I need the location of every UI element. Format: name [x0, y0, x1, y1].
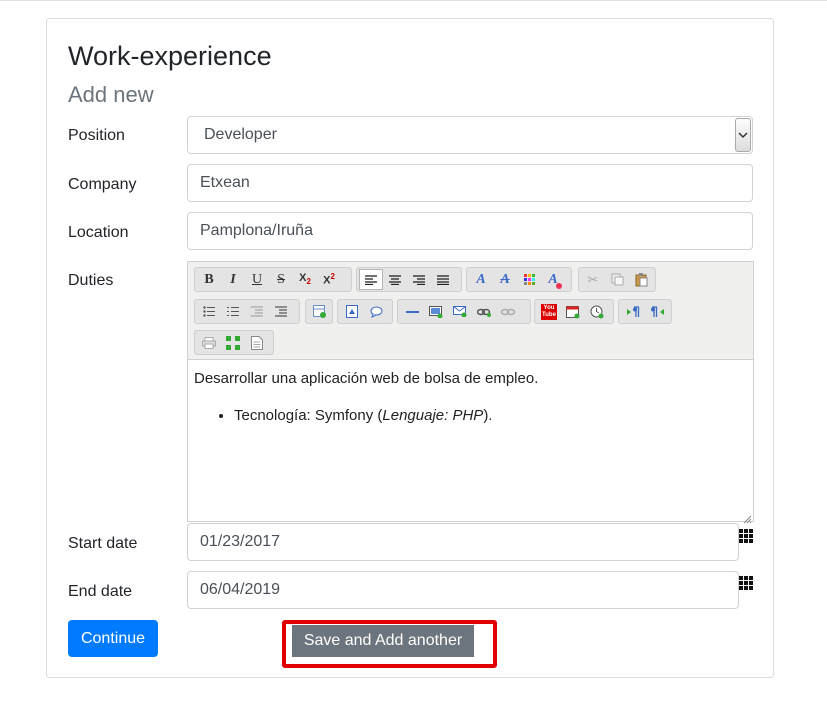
work-experience-card: Work-experience Add new Position Develop…: [46, 18, 774, 678]
font-color-icon[interactable]: A: [469, 269, 493, 290]
embed-group: You Tube: [534, 299, 614, 324]
page-title: Work-experience: [68, 41, 272, 71]
alignment-group: [356, 267, 462, 292]
superscript-icon[interactable]: X2: [317, 269, 341, 290]
insert-date-icon[interactable]: [561, 301, 585, 322]
end-date-label: End date: [68, 583, 133, 600]
indent-icon[interactable]: [269, 301, 293, 322]
table-icon[interactable]: [308, 301, 330, 322]
utility-group: [194, 330, 274, 355]
youtube-logo-text: You Tube: [541, 303, 557, 320]
continue-button[interactable]: Continue: [68, 620, 158, 657]
insert-group: [337, 299, 393, 324]
paste-icon[interactable]: [629, 269, 653, 290]
rtl-icon[interactable]: [645, 301, 669, 322]
insert-media-icon[interactable]: [424, 301, 448, 322]
position-label: Position: [68, 127, 125, 144]
start-date-label: Start date: [68, 535, 138, 552]
unlink-icon[interactable]: [496, 301, 520, 322]
table-group: [305, 299, 333, 324]
company-input-value: Etxean: [200, 174, 250, 191]
subscript-mark: 2: [306, 277, 311, 287]
location-input-value: Pamplona/Iruña: [200, 222, 313, 239]
background-color-icon[interactable]: A: [493, 269, 517, 290]
clipboard-group: ✂: [578, 267, 656, 292]
superscript-glyph: X2: [323, 272, 335, 287]
duties-editor[interactable]: B I U S X2 X2 A A A ✂ You Tube Desarroll…: [187, 261, 754, 524]
link-icon[interactable]: [472, 301, 496, 322]
calendar-icon[interactable]: [739, 576, 753, 590]
outdent-icon[interactable]: [245, 301, 269, 322]
underline-glyph: U: [251, 271, 263, 287]
comment-icon[interactable]: [364, 301, 388, 322]
end-date-input[interactable]: 06/04/2019: [187, 571, 739, 609]
media-group: [397, 299, 531, 324]
copy-icon[interactable]: [605, 269, 629, 290]
italic-glyph: I: [230, 271, 236, 287]
italic-icon[interactable]: I: [221, 269, 245, 290]
text-style-group: B I U S X2 X2: [194, 267, 352, 292]
bullet-prefix: Tecnología: Symfony (: [234, 407, 383, 424]
duties-list: Tecnología: Symfony (Lenguaje: PHP).: [194, 407, 744, 424]
end-date-value: 06/04/2019: [200, 581, 281, 598]
align-right-icon[interactable]: [407, 269, 431, 290]
ordered-list-icon[interactable]: [221, 301, 245, 322]
fullscreen-icon[interactable]: [221, 332, 245, 353]
chevron-down-icon[interactable]: [735, 118, 751, 152]
duties-label: Duties: [68, 272, 114, 289]
color-group: A A A: [466, 267, 572, 292]
superscript-mark: 2: [330, 272, 335, 282]
source-icon[interactable]: [245, 332, 269, 353]
underline-icon[interactable]: U: [245, 269, 269, 290]
position-select-value: Developer: [204, 126, 277, 143]
bullet-suffix: ).: [483, 407, 493, 424]
resize-handle-icon[interactable]: [743, 511, 752, 524]
location-label: Location: [68, 224, 129, 241]
unordered-list-icon[interactable]: [197, 301, 221, 322]
email-icon[interactable]: [448, 301, 472, 322]
top-divider: [0, 0, 827, 1]
align-center-icon[interactable]: [383, 269, 407, 290]
print-icon[interactable]: [197, 332, 221, 353]
start-date-input[interactable]: 01/23/2017: [187, 523, 739, 561]
color-palette-icon[interactable]: [517, 269, 541, 290]
align-left-icon[interactable]: [359, 269, 383, 290]
start-date-value: 01/23/2017: [200, 533, 281, 550]
bold-icon[interactable]: B: [197, 269, 221, 290]
remove-format-icon[interactable]: A: [541, 269, 565, 290]
list-item: Tecnología: Symfony (Lenguaje: PHP).: [234, 407, 744, 424]
company-label: Company: [68, 176, 137, 193]
highlight-box: [282, 620, 497, 668]
strike-glyph: S: [277, 271, 285, 287]
position-select[interactable]: Developer: [187, 116, 753, 154]
calendar-icon[interactable]: [739, 529, 753, 543]
page-subtitle: Add new: [68, 82, 154, 107]
location-input[interactable]: Pamplona/Iruña: [187, 212, 753, 250]
align-justify-icon[interactable]: [431, 269, 455, 290]
subscript-icon[interactable]: X2: [293, 269, 317, 290]
editor-content[interactable]: Desarrollar una aplicación web de bolsa …: [194, 370, 744, 424]
insert-time-icon[interactable]: [585, 301, 609, 322]
duties-paragraph: Desarrollar una aplicación web de bolsa …: [194, 370, 539, 387]
cut-icon[interactable]: ✂: [581, 269, 605, 290]
horizontal-rule-icon[interactable]: [400, 301, 424, 322]
strikethrough-icon[interactable]: S: [269, 269, 293, 290]
company-input[interactable]: Etxean: [187, 164, 753, 202]
list-group: [194, 299, 300, 324]
subscript-glyph: X2: [299, 272, 311, 286]
ltr-icon[interactable]: [621, 301, 645, 322]
youtube-icon[interactable]: You Tube: [537, 301, 561, 322]
image-icon[interactable]: [340, 301, 364, 322]
editor-toolbar: B I U S X2 X2 A A A ✂ You Tube: [188, 262, 753, 360]
direction-group: [618, 299, 672, 324]
bullet-italic: Lenguaje: PHP: [382, 407, 484, 424]
bold-glyph: B: [204, 271, 214, 287]
